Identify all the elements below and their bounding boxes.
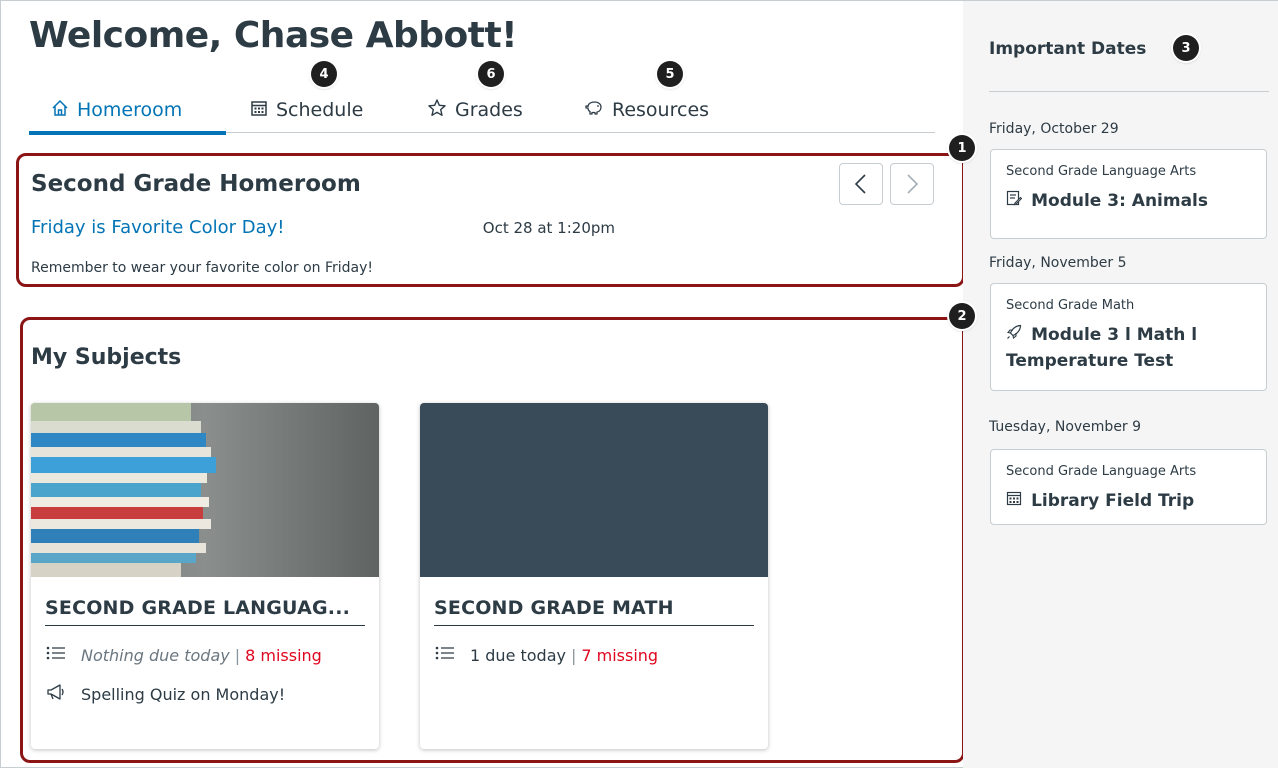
tab-homeroom[interactable]: Homeroom	[29, 87, 226, 135]
list-icon	[434, 645, 456, 665]
stack-of-books-image	[31, 403, 379, 577]
list-icon	[45, 645, 67, 665]
important-date-item[interactable]: Second Grade Math Module 3 l Math l Temp…	[990, 283, 1267, 391]
subject-card-title[interactable]: SECOND GRADE LANGUAG...	[45, 597, 365, 619]
app-window: Welcome, Chase Abbott! Homeroom Schedule…	[0, 0, 1278, 768]
callout-badge-3: 3	[1173, 35, 1199, 61]
my-subjects-heading: My Subjects	[31, 345, 182, 370]
tab-label: Homeroom	[77, 99, 183, 121]
missing-count-link[interactable]: 8 missing	[245, 646, 322, 665]
tab-label: Resources	[612, 99, 710, 121]
announcement-course-title: Second Grade Homeroom	[31, 171, 361, 197]
subject-card-math[interactable]: SECOND GRADE MATH 1 due today | 7 missin…	[420, 403, 768, 749]
callout-badge-5: 5	[657, 61, 683, 87]
important-date-item[interactable]: Second Grade Language Arts Module 3: Ani…	[990, 149, 1267, 239]
due-today-text: Nothing due today	[81, 645, 230, 665]
announcement-date: Oct 28 at 1:20pm	[482, 219, 615, 237]
callout-badge-2: 2	[949, 303, 975, 329]
missing-count-link[interactable]: 7 missing	[581, 646, 658, 665]
main-content: Welcome, Chase Abbott! Homeroom Schedule…	[1, 1, 975, 768]
chevron-left-icon	[854, 174, 866, 194]
important-date-course: Second Grade Language Arts	[1006, 164, 1197, 179]
announcement-title-link[interactable]: Friday is Favorite Color Day!	[31, 217, 285, 238]
important-date-label: Friday, November 5	[989, 255, 1127, 271]
callout-badge-6: 6	[478, 61, 504, 87]
subject-card-title[interactable]: SECOND GRADE MATH	[434, 597, 754, 619]
important-date-course: Second Grade Language Arts	[1006, 464, 1197, 479]
callout-badge-4: 4	[311, 61, 337, 87]
next-announcement-button[interactable]	[890, 163, 934, 205]
separator: |	[234, 645, 241, 665]
important-date-label: Friday, October 29	[989, 121, 1119, 137]
important-date-course: Second Grade Math	[1006, 298, 1135, 313]
rocket-icon	[1006, 324, 1027, 344]
previous-announcement-button[interactable]	[839, 163, 883, 205]
important-date-item-title: Library Field Trip	[1031, 491, 1195, 511]
card-divider	[45, 625, 365, 626]
calendar-icon	[1006, 491, 1027, 510]
important-date-item-link[interactable]: Module 3 l Math l Temperature Test	[1006, 322, 1256, 374]
calendar-icon	[250, 99, 268, 122]
tab-label: Grades	[455, 99, 523, 121]
subject-card-language-arts[interactable]: SECOND GRADE LANGUAG... Nothing due toda…	[31, 403, 379, 749]
separator: |	[570, 645, 577, 665]
tab-resources[interactable]: Resources	[584, 87, 709, 133]
important-date-label: Tuesday, November 9	[989, 419, 1142, 435]
important-date-item-title: Module 3: Animals	[1031, 191, 1208, 211]
megaphone-icon	[45, 683, 67, 705]
sidebar-divider	[989, 91, 1269, 92]
star-icon	[427, 98, 447, 123]
card-color-header	[420, 403, 768, 577]
assignment-icon	[1006, 190, 1027, 210]
piggy-bank-icon	[584, 99, 604, 122]
subject-card-status: Nothing due today | 8 missing	[45, 645, 322, 665]
important-dates-sidebar: Important Dates 3 Friday, October 29 Sec…	[963, 1, 1278, 768]
announcement-body: Remember to wear your favorite color on …	[31, 260, 374, 276]
due-today-link[interactable]: 1 due today	[470, 646, 566, 665]
important-date-item-link[interactable]: Library Field Trip	[1006, 488, 1256, 514]
card-divider	[434, 625, 754, 626]
callout-badge-1: 1	[949, 135, 975, 161]
chevron-right-icon	[907, 174, 919, 194]
page-title: Welcome, Chase Abbott!	[29, 15, 518, 56]
tab-grades[interactable]: Grades	[427, 87, 523, 133]
tab-label: Schedule	[276, 99, 364, 121]
subject-card-status: 1 due today | 7 missing	[434, 645, 658, 665]
important-date-item[interactable]: Second Grade Language Arts Library Field…	[990, 449, 1267, 525]
announcement-text: Spelling Quiz on Monday!	[81, 684, 286, 704]
important-date-item-title: Module 3 l Math l Temperature Test	[1006, 325, 1198, 371]
home-icon	[51, 99, 69, 122]
tab-bar: Homeroom Schedule Grades Resources	[29, 87, 935, 135]
subject-card-announcement[interactable]: Spelling Quiz on Monday!	[45, 683, 285, 705]
tab-schedule[interactable]: Schedule	[250, 87, 363, 133]
important-dates-heading: Important Dates	[989, 39, 1147, 59]
important-date-item-link[interactable]: Module 3: Animals	[1006, 188, 1256, 214]
